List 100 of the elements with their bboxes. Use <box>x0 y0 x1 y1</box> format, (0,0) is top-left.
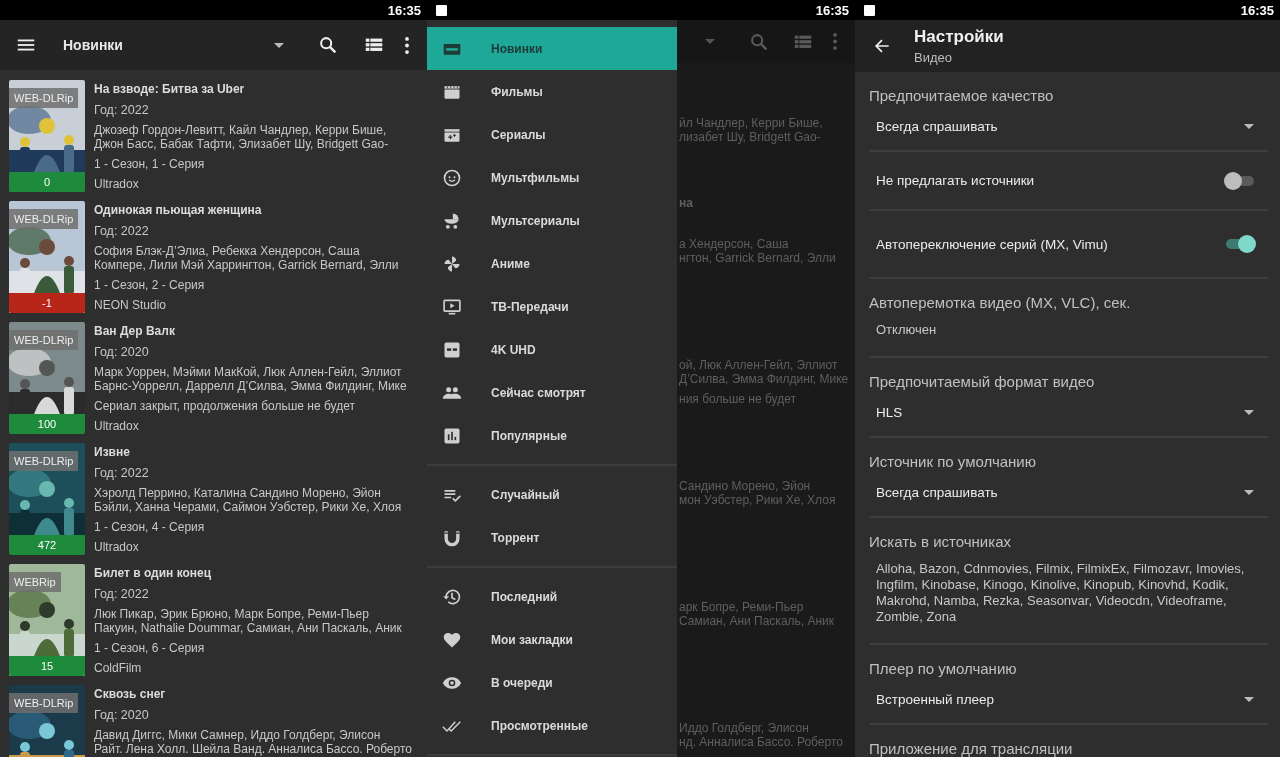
quality-tag: WEB-DLRip <box>9 330 79 350</box>
year: Год: 2020 <box>94 344 150 360</box>
cast-line: Давид Диггс, Мики Самнер, Иддо Голдберг, Элисон <box>94 728 382 742</box>
toolbar-subtitle: Видео <box>914 49 953 66</box>
drawer-item[interactable]: Сериалы <box>427 113 677 156</box>
cast-line: нгтон, Garrick Bernard, Элли <box>679 251 836 265</box>
year: Год: 2022 <box>94 223 150 239</box>
title: Одинокая пьющая женщина <box>94 202 263 218</box>
rating-bar: 0 <box>9 172 85 192</box>
toolbar-title: Новинки <box>63 37 124 53</box>
drawer-item[interactable]: Последний <box>427 575 677 618</box>
setting-title: Предпочитаемый формат видео <box>869 374 1096 390</box>
cast-line: нд. Анналиса Бассо. Роберто <box>679 735 843 749</box>
drawer-item[interactable]: В очереди <box>427 661 677 704</box>
dropdown[interactable]: Всегда спрашивать <box>869 477 1268 507</box>
studio: Ultradox <box>94 176 140 192</box>
drawer-item[interactable]: Мои закладки <box>427 618 677 661</box>
poster[interactable]: WEB-DLRip 100 <box>9 322 85 434</box>
dropdown[interactable]: HLS <box>869 397 1268 427</box>
quality-tag: WEB-DLRip <box>9 451 79 471</box>
dropdown[interactable]: Всегда спрашивать <box>869 111 1268 141</box>
episode-info: 1 - Сезон, 6 - Серия <box>94 640 206 656</box>
episode-info: 1 - Сезон, 1 - Серия <box>94 156 206 172</box>
cast-line: лизабет Шу, Bridgett Gao- <box>679 130 822 144</box>
rating-bar: 472 <box>9 535 85 555</box>
quality-tag: WEB-DLRip <box>9 88 79 108</box>
title: Сквозь снег <box>94 686 167 702</box>
year: Год: 2020 <box>94 707 150 723</box>
toolbar-title: Настройки <box>914 26 1004 47</box>
cast-line: Райт. Лена Холл. Шейла Ванд. Анналиса Бассо. Роберто <box>94 742 412 756</box>
cast-line: Барнс-Уоррелл, Даррелл Д’Силва, Эмма Филдинг, Мике <box>94 379 407 393</box>
cast-line: Джон Басс, Бабак Тафти, Элизабет Шу, Bridgett Gao- <box>94 137 389 151</box>
drawer-item[interactable]: Случайный <box>427 473 677 516</box>
cast-line: Люк Пикар, Эрик Брюно, Марк Бопре, Реми-Пьер <box>94 607 370 621</box>
setting-title: Предпочитаемое качество <box>869 88 1055 104</box>
dropdown-caret-icon[interactable] <box>274 42 284 48</box>
drawer-item[interactable]: 4K UHD <box>427 328 677 371</box>
poster[interactable]: WEB-DLRip 472 <box>9 443 85 555</box>
quality-tag: WEBRip <box>9 572 61 592</box>
search-icon[interactable] <box>317 34 339 56</box>
studio: Ultradox <box>94 418 140 434</box>
drawer-item[interactable]: Аниме <box>427 242 677 285</box>
quality-tag: WEB-DLRip <box>9 209 79 229</box>
year: Год: 2022 <box>94 586 150 602</box>
toggle-switch[interactable] <box>1224 235 1256 253</box>
dropdown-caret-icon <box>705 39 715 44</box>
image-notification-icon <box>864 4 875 16</box>
cast-line: Компере, Лили Мэй Харрингтон, Garrick Bernard, Элли <box>94 258 399 272</box>
history-icon <box>442 586 462 607</box>
episode-info: 1 - Сезон, 2 - Серия <box>94 277 206 293</box>
status-time: 16:35 <box>815 2 849 18</box>
dropdown-caret-icon <box>1244 696 1254 702</box>
cast-line: Хэролд Перрино, Каталина Сандино Морено, Эйон <box>94 486 382 500</box>
drawer-item[interactable]: Сейчас смотрят <box>427 371 677 414</box>
studio: Ultradox <box>94 539 140 555</box>
dropdown[interactable]: Встроенный плеер <box>869 684 1268 714</box>
setting-title: Плеер по умолчанию <box>869 661 1018 677</box>
setting-summary: Alloha, Bazon, Cdnmovies, Filmix, FilmixEx, Filmozavr, Imovies, Ingfilm, Kinobase, Kinogo, Kinolive, Kinopub, Kinovhd, Kodik, Makrohd, Namba, Rezka, Seasonvar, Videocdn, Videoframe, Zombie, Zona <box>875 561 1246 625</box>
drawer-item[interactable]: Просмотренные <box>427 704 677 747</box>
rating-bar: 15 <box>9 656 85 676</box>
episode-info: 1 - Сезон, 4 - Серия <box>94 519 206 535</box>
drawer-item[interactable]: Новинки <box>427 27 677 70</box>
cast-line: Бэйли, Ханна Черами, Саймон Уэбстер, Рики Хе, Хлоя <box>94 500 402 514</box>
drawer-item[interactable]: Популярные <box>427 414 677 457</box>
setting-title: Приложение для трансляции <box>869 741 1074 757</box>
cast-line: мон Уэбстер, Рики Хе, Хлоя <box>679 493 836 507</box>
setting-title: Автоперемотка видео (MX, VLC), сек. <box>869 295 1132 311</box>
cast-line: йл Чандлер, Керри Бише, <box>679 116 823 130</box>
drawer-item[interactable]: Фильмы <box>427 70 677 113</box>
studio: ColdFilm <box>94 660 143 676</box>
status-time: 16:35 <box>387 2 421 18</box>
year: Год: 2022 <box>94 465 150 481</box>
cast-line: София Блэк-Д’Элиа, Ребекка Хендерсон, Саша <box>94 244 361 258</box>
face-icon <box>442 167 462 188</box>
drawer-item[interactable]: Торрент <box>427 516 677 559</box>
drawer-item[interactable]: Мультфильмы <box>427 156 677 199</box>
more-icon[interactable] <box>405 36 409 54</box>
image-notification-icon <box>436 4 447 16</box>
drawer-item[interactable]: Мультсериалы <box>427 199 677 242</box>
toggle-switch[interactable] <box>1224 171 1256 190</box>
title: Извне <box>94 444 131 460</box>
setting-title: Искать в источниках <box>869 534 1012 550</box>
dropdown-caret-icon <box>1244 409 1254 415</box>
cast-line: Сандино Морено, Эйон <box>679 479 812 493</box>
cast-line: Пакуин, Nathalie Doummar, Самиан, Ани Паскаль, Аник <box>94 621 402 635</box>
cast-line: Д’Силва, Эмма Филдинг, Мике <box>679 372 849 386</box>
drawer-item[interactable]: ТВ-Передачи <box>427 285 677 328</box>
poster[interactable]: WEB-DLRip <box>9 685 85 757</box>
poster[interactable]: WEB-DLRip -1 <box>9 201 85 313</box>
title: На взводе: Битва за Uber <box>94 81 246 97</box>
cast-line: Иддо Голдберг, Элисон <box>679 721 810 735</box>
more-icon <box>833 33 837 50</box>
year: Год: 2022 <box>94 102 150 118</box>
status-time: 16:35 <box>1240 2 1274 18</box>
poster[interactable]: WEBRip 15 <box>9 564 85 676</box>
title: Ван Дер Валк <box>94 323 176 339</box>
poster[interactable]: WEB-DLRip 0 <box>9 80 85 192</box>
setting-label: Автопереключение серий (MX, Vimu) <box>876 236 1108 252</box>
cast-line: арк Бопре, Реми-Пьер <box>679 600 805 614</box>
setting-summary: Отключен <box>875 322 938 338</box>
